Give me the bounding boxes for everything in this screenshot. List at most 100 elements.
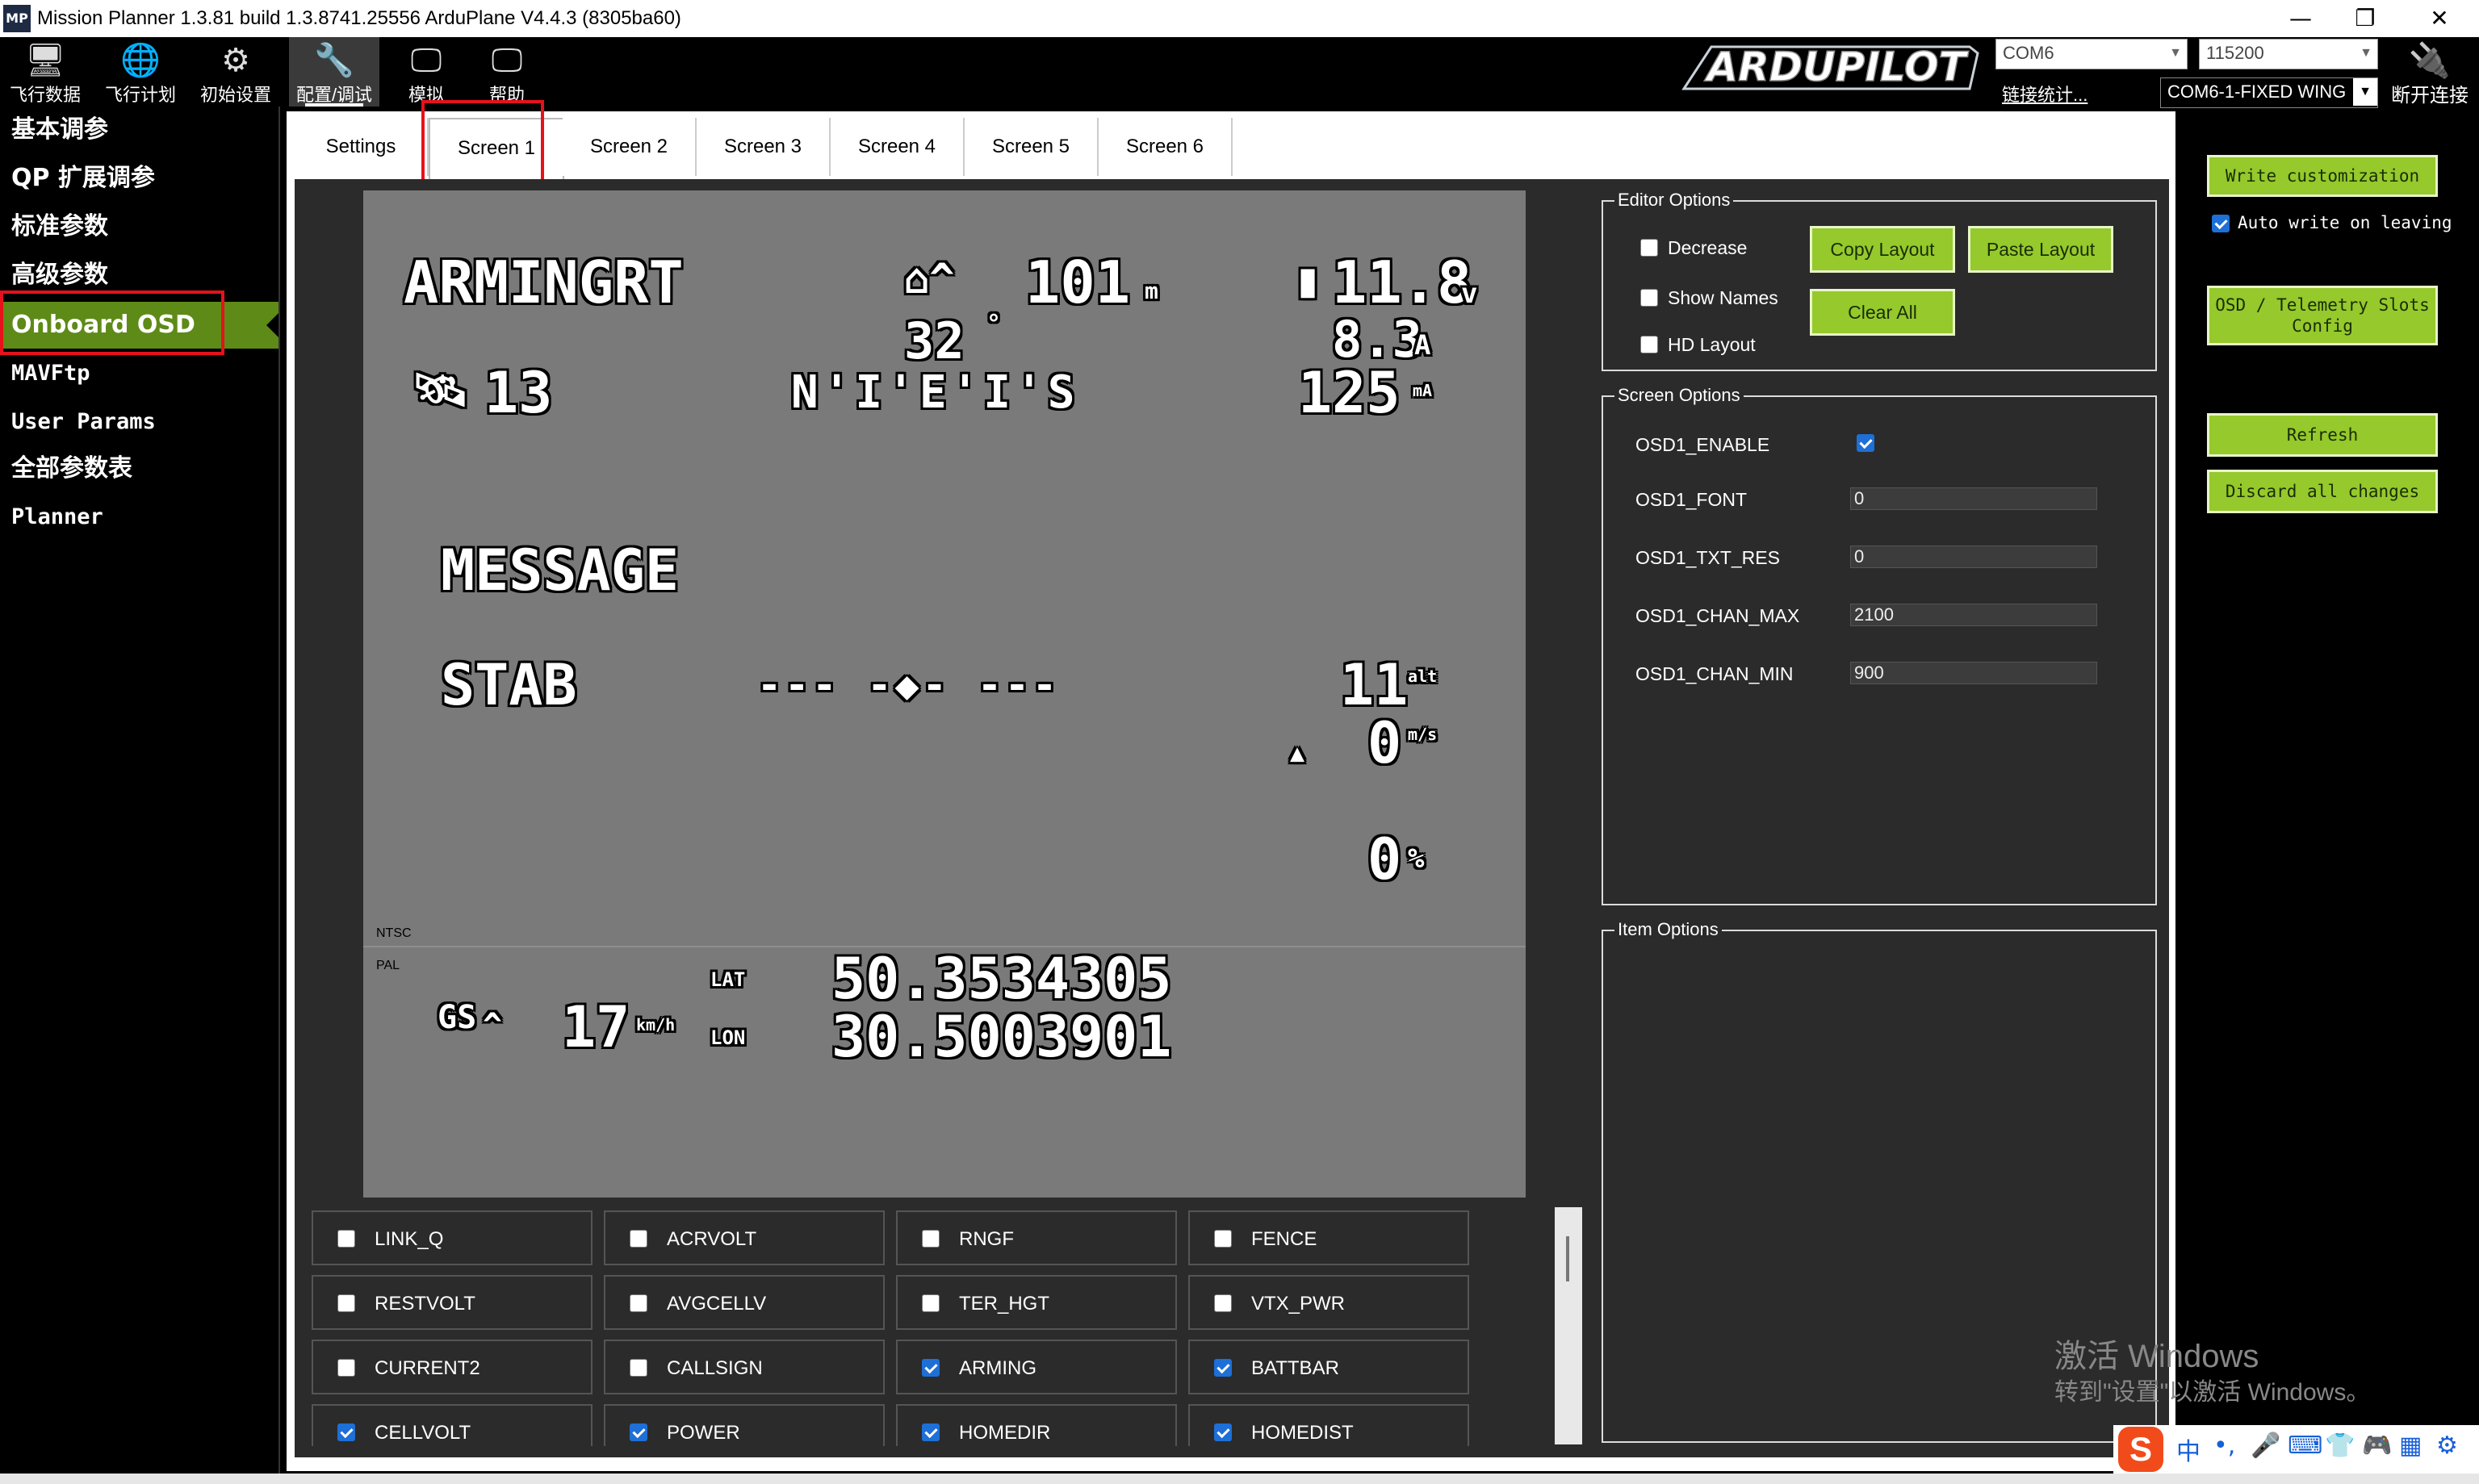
osd-home-dir[interactable]: 32 xyxy=(904,311,965,370)
microphone-icon[interactable]: 🎤 xyxy=(2251,1432,2280,1460)
copy-layout-button[interactable]: Copy Layout xyxy=(1810,226,1955,273)
scrollbar-thumb[interactable] xyxy=(1566,1236,1569,1281)
osd-battery-voltage[interactable]: 11.8 xyxy=(1332,249,1472,316)
tab-screen-5[interactable]: Screen 5 xyxy=(965,118,1099,176)
minimize-button[interactable]: — xyxy=(2276,3,2325,34)
toolbar-config-tuning[interactable]: 🔧 配置/调试 xyxy=(289,37,379,107)
item-avgcellv[interactable]: AVGCELLV xyxy=(604,1275,885,1330)
items-scrollbar[interactable] xyxy=(1555,1207,1582,1444)
discard-changes-button[interactable]: Discard all changes xyxy=(2207,470,2438,513)
osd-telemetry-slots-button[interactable]: OSD / Telemetry Slots Config xyxy=(2207,286,2438,345)
item-checkbox[interactable] xyxy=(337,1423,355,1441)
sidebar-item-qp-tuning[interactable]: QP 扩展调参 xyxy=(0,155,278,202)
tab-screen-6[interactable]: Screen 6 xyxy=(1099,118,1233,176)
item-checkbox[interactable] xyxy=(922,1423,940,1441)
osd-flight-mode[interactable]: STAB xyxy=(441,652,577,718)
item-checkbox[interactable] xyxy=(1214,1294,1232,1312)
sidebar-item-standard-params[interactable]: 标准参数 xyxy=(0,203,278,250)
punctuation-icon[interactable]: •, xyxy=(2213,1432,2235,1460)
item-rngf[interactable]: RNGF xyxy=(896,1210,1177,1265)
item-checkbox[interactable] xyxy=(337,1294,355,1312)
item-homedist[interactable]: HOMEDIST xyxy=(1188,1404,1469,1446)
item-ter-hgt[interactable]: TER_HGT xyxy=(896,1275,1177,1330)
item-acrvolt[interactable]: ACRVOLT xyxy=(604,1210,885,1265)
tab-screen-3[interactable]: Screen 3 xyxy=(697,118,831,176)
clear-all-button[interactable]: Clear All xyxy=(1810,289,1955,336)
osd1-chan-max-field[interactable]: 2100 xyxy=(1850,604,2097,626)
toolbox-icon[interactable]: ▦ xyxy=(2399,1432,2422,1460)
item-cellvolt[interactable]: CELLVOLT xyxy=(312,1404,593,1446)
osd-horizon[interactable]: --- -◆- --- xyxy=(757,662,1060,709)
refresh-button[interactable]: Refresh xyxy=(2207,413,2438,457)
item-vtx-pwr[interactable]: VTX_PWR xyxy=(1188,1275,1469,1330)
item-homedir[interactable]: HOMEDIR xyxy=(896,1404,1177,1446)
item-checkbox[interactable] xyxy=(337,1359,355,1377)
toolbar-flight-plan[interactable]: 🌐 飞行计划 xyxy=(95,37,186,107)
disconnect-button[interactable]: 🔌 断开连接 xyxy=(2381,42,2478,107)
item-checkbox[interactable] xyxy=(922,1230,940,1248)
chinese-mode-icon[interactable]: 中 xyxy=(2176,1432,2201,1467)
item-checkbox[interactable] xyxy=(630,1230,647,1248)
hd-layout-checkbox[interactable] xyxy=(1640,336,1658,353)
sidebar-item-planner[interactable]: Planner xyxy=(0,494,278,541)
item-checkbox[interactable] xyxy=(337,1230,355,1248)
osd-throttle[interactable]: 0 xyxy=(1367,826,1401,892)
maximize-button[interactable]: ❐ xyxy=(2341,3,2389,34)
osd-altitude[interactable]: 11 xyxy=(1340,652,1408,718)
link-stats-link[interactable]: 链接统计... xyxy=(2002,81,2087,107)
item-checkbox[interactable] xyxy=(630,1294,647,1312)
osd-longitude[interactable]: 30.5003901 xyxy=(831,1004,1171,1070)
port-select[interactable]: COM6 ▼ xyxy=(1995,39,2188,69)
decrease-checkbox[interactable] xyxy=(1640,239,1658,257)
item-checkbox[interactable] xyxy=(1214,1230,1232,1248)
sidebar-item-user-params[interactable]: User Params xyxy=(0,399,278,445)
osd-home-alt[interactable]: 101 xyxy=(1025,249,1130,316)
item-fence[interactable]: FENCE xyxy=(1188,1210,1469,1265)
osd-compass[interactable]: N'I'E'I'S xyxy=(791,366,1079,419)
tab-screen-4[interactable]: Screen 4 xyxy=(831,118,965,176)
toolbar-help[interactable]: 🖵 帮助 xyxy=(462,37,552,107)
sidebar-item-basic-tuning[interactable]: 基本调参 xyxy=(0,107,278,153)
item-arming[interactable]: ARMING xyxy=(896,1340,1177,1394)
osd1-txt-res-field[interactable]: 0 xyxy=(1850,546,2097,568)
tab-screen-2[interactable]: Screen 2 xyxy=(563,118,697,176)
item-checkbox[interactable] xyxy=(1214,1423,1232,1441)
osd-arming[interactable]: ARMINGRT xyxy=(404,249,684,316)
write-customization-button[interactable]: Write customization xyxy=(2207,155,2438,197)
toolbar-flight-data[interactable]: 🖥 飞行数据 xyxy=(0,37,90,107)
item-checkbox[interactable] xyxy=(922,1359,940,1377)
osd1-enable-checkbox[interactable] xyxy=(1857,434,1874,452)
osd-message[interactable]: MESSAGE xyxy=(441,537,679,604)
settings-gear-icon[interactable]: ⚙ xyxy=(2436,1432,2458,1460)
ime-toolbar[interactable]: S 中 •, 🎤 ⌨ 👕 🎮 ▦ ⚙ xyxy=(2113,1425,2479,1474)
osd1-chan-min-field[interactable]: 900 xyxy=(1850,662,2097,684)
item-checkbox[interactable] xyxy=(922,1294,940,1312)
auto-write-checkbox[interactable] xyxy=(2212,215,2230,232)
osd-latitude[interactable]: 50.3534305 xyxy=(831,946,1171,1012)
skin-icon[interactable]: 👕 xyxy=(2325,1432,2355,1460)
osd-sats[interactable]: 13 xyxy=(484,360,552,426)
profile-select[interactable]: COM6-1-FIXED WING ▼ xyxy=(2160,77,2378,108)
item-checkbox[interactable] xyxy=(1214,1359,1232,1377)
item-battbar[interactable]: BATTBAR xyxy=(1188,1340,1469,1394)
item-current2[interactable]: CURRENT2 xyxy=(312,1340,593,1394)
osd-mah[interactable]: 125 xyxy=(1298,360,1400,426)
osd-preview[interactable]: ARMINGRT ⌂^ 101 m 32 ° ▮ 11.8 v 8.3 A 🛰 … xyxy=(363,190,1526,1198)
item-checkbox[interactable] xyxy=(630,1359,647,1377)
sidebar-item-full-params[interactable]: 全部参数表 xyxy=(0,445,278,492)
item-link-q[interactable]: LINK_Q xyxy=(312,1210,593,1265)
item-callsign[interactable]: CALLSIGN xyxy=(604,1340,885,1394)
osd-vspeed[interactable]: 0 xyxy=(1367,710,1401,776)
osd1-font-field[interactable]: 0 xyxy=(1850,487,2097,510)
game-icon[interactable]: 🎮 xyxy=(2362,1432,2392,1460)
show-names-checkbox[interactable] xyxy=(1640,289,1658,307)
item-power[interactable]: POWER xyxy=(604,1404,885,1446)
tab-settings[interactable]: Settings xyxy=(295,118,429,176)
item-restvolt[interactable]: RESTVOLT xyxy=(312,1275,593,1330)
toolbar-simulation[interactable]: 🖵 模拟 xyxy=(381,37,471,107)
keyboard-icon[interactable]: ⌨ xyxy=(2288,1432,2322,1460)
osd-groundspeed[interactable]: 17 xyxy=(562,994,630,1060)
baud-select[interactable]: 115200 ▼ xyxy=(2199,39,2378,69)
close-button[interactable]: ✕ xyxy=(2415,3,2464,34)
toolbar-initial-setup[interactable]: ⚙ 初始设置 xyxy=(191,37,281,107)
